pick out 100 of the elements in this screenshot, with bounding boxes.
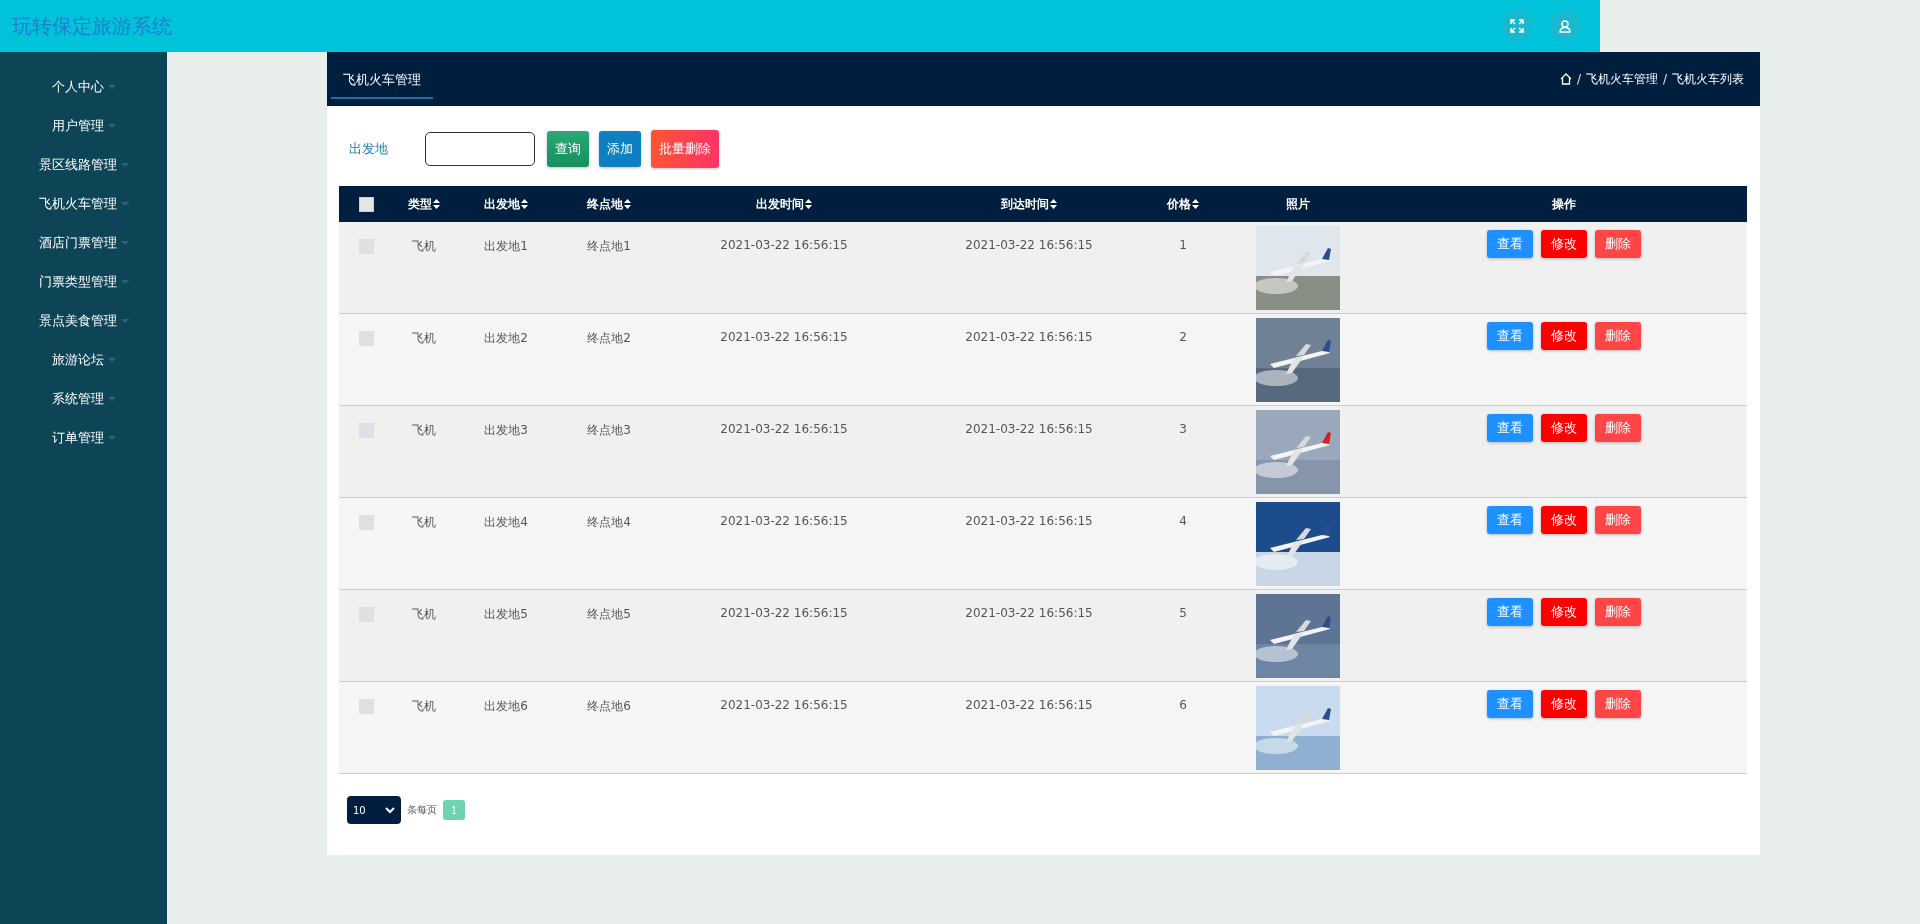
breadcrumb-item[interactable]: 飞机火车列表 — [1672, 70, 1744, 88]
sort-icon — [805, 199, 812, 209]
table-cell-text: 终点地4 — [587, 514, 631, 531]
caret-icon — [120, 317, 129, 324]
sidebar-item[interactable]: 订单管理 — [51, 427, 116, 448]
table-cell-text: 飞机 — [412, 422, 436, 439]
sort-icon — [1192, 199, 1199, 209]
app-title: 玩转保定旅游系统 — [12, 12, 172, 40]
delete-button[interactable]: 批量删除 — [651, 130, 719, 168]
edit-button[interactable]: 修改 — [1541, 598, 1587, 626]
checkbox[interactable] — [358, 196, 374, 212]
breadcrumb-separator: / — [1576, 72, 1581, 86]
caret-icon — [120, 200, 129, 207]
table-cell-text: 2021-03-22 16:56:15 — [720, 329, 848, 346]
page-size-select[interactable]: 10 — [347, 796, 401, 824]
table-cell-text: 2021-03-22 16:56:15 — [965, 237, 1093, 254]
caret-icon — [120, 239, 129, 246]
table-cell-text: 2021-03-22 16:56:15 — [965, 605, 1093, 622]
delete-button[interactable]: 删除 — [1595, 506, 1641, 534]
edit-button[interactable]: 修改 — [1541, 690, 1587, 718]
column-header: 操作 — [1552, 195, 1576, 213]
table-cell-text: 5 — [1179, 605, 1187, 622]
per-page-label: 条每页 — [407, 803, 437, 817]
table-cell-text: 终点地2 — [587, 330, 631, 347]
view-button[interactable]: 查看 — [1487, 598, 1533, 626]
table-cell-text: 4 — [1179, 513, 1187, 530]
edit-button[interactable]: 修改 — [1541, 322, 1587, 350]
column-header[interactable]: 终点地 — [587, 195, 631, 213]
sidebar-item[interactable]: 景区线路管理 — [38, 154, 129, 175]
sidebar-item[interactable]: 系统管理 — [51, 388, 116, 409]
table-cell-text: 终点地1 — [587, 238, 631, 255]
table-cell-text: 2021-03-22 16:56:15 — [720, 421, 848, 438]
table-cell-text: 1 — [1179, 237, 1187, 254]
edit-button[interactable]: 修改 — [1541, 506, 1587, 534]
edit-button[interactable]: 修改 — [1541, 230, 1587, 258]
sort-icon — [624, 199, 631, 209]
sidebar-item[interactable]: 旅游论坛 — [51, 349, 116, 370]
table-cell-text: 飞机 — [412, 330, 436, 347]
caret-icon — [107, 356, 116, 363]
view-button[interactable]: 查看 — [1487, 230, 1533, 258]
table-cell-text: 终点地3 — [587, 422, 631, 439]
table-cell-text: 出发地1 — [484, 238, 528, 255]
caret-icon — [120, 161, 129, 168]
checkbox[interactable] — [358, 331, 374, 346]
sidebar-item[interactable]: 门票类型管理 — [38, 271, 129, 292]
table-cell-text: 2021-03-22 16:56:15 — [720, 697, 848, 714]
breadcrumb-separator: / — [1662, 72, 1667, 86]
column-header[interactable]: 类型 — [408, 195, 440, 213]
delete-button[interactable]: 删除 — [1595, 598, 1641, 626]
table-cell-text: 3 — [1179, 421, 1187, 438]
column-header[interactable]: 出发地 — [484, 195, 528, 213]
column-header[interactable]: 到达时间 — [1001, 195, 1057, 213]
table-cell-text: 飞机 — [412, 698, 436, 715]
sidebar-item[interactable]: 酒店门票管理 — [38, 232, 129, 253]
sidebar-item[interactable]: 景点美食管理 — [38, 310, 129, 331]
chevron-down-icon — [385, 806, 395, 814]
fullscreen-icon[interactable] — [1502, 11, 1532, 41]
query-button[interactable]: 查询 — [547, 131, 589, 167]
column-header[interactable]: 出发时间 — [756, 195, 812, 213]
table-cell-text: 2021-03-22 16:56:15 — [965, 329, 1093, 346]
table-cell-text: 2021-03-22 16:56:15 — [720, 237, 848, 254]
caret-icon — [107, 83, 116, 90]
view-button[interactable]: 查看 — [1487, 690, 1533, 718]
sidebar-item[interactable]: 用户管理 — [51, 115, 116, 136]
table-cell-text: 出发地4 — [484, 514, 528, 531]
edit-button[interactable]: 修改 — [1541, 414, 1587, 442]
view-button[interactable]: 查看 — [1487, 414, 1533, 442]
delete-button[interactable]: 删除 — [1595, 230, 1641, 258]
search-label: 出发地 — [349, 140, 389, 158]
sidebar-item[interactable]: 个人中心 — [51, 76, 116, 97]
breadcrumb-item[interactable]: 飞机火车管理 — [1585, 70, 1658, 88]
caret-icon — [120, 278, 129, 285]
view-button[interactable]: 查看 — [1487, 322, 1533, 350]
table-cell-text: 飞机 — [412, 606, 436, 623]
caret-icon — [107, 122, 116, 129]
column-header[interactable]: 价格 — [1167, 195, 1199, 213]
table-cell-text: 出发地5 — [484, 606, 528, 623]
sort-icon — [433, 199, 440, 209]
sidebar-item[interactable]: 飞机火车管理 — [38, 193, 129, 214]
table-cell-text: 出发地6 — [484, 698, 528, 715]
search-field[interactable] — [425, 132, 535, 166]
home-icon[interactable] — [1559, 73, 1572, 85]
add-button[interactable]: 添加 — [599, 131, 641, 167]
delete-button[interactable]: 删除 — [1595, 414, 1641, 442]
view-button[interactable]: 查看 — [1487, 506, 1533, 534]
table-cell-text: 飞机 — [412, 514, 436, 531]
table-cell-text: 2021-03-22 16:56:15 — [965, 697, 1093, 714]
table-cell-text: 2021-03-22 16:56:15 — [720, 513, 848, 530]
table-cell-text: 6 — [1179, 697, 1187, 714]
user-icon[interactable] — [1550, 11, 1580, 41]
panel-tab[interactable]: 飞机火车管理 — [331, 63, 433, 99]
checkbox[interactable] — [358, 699, 374, 714]
table-cell-text: 终点地6 — [587, 698, 631, 715]
sort-icon — [521, 199, 528, 209]
delete-button[interactable]: 删除 — [1595, 690, 1641, 718]
table-cell-text: 2021-03-22 16:56:15 — [965, 421, 1093, 438]
checkbox[interactable] — [358, 515, 374, 530]
delete-button[interactable]: 删除 — [1595, 322, 1641, 350]
caret-icon — [107, 395, 116, 402]
table-cell-text: 出发地3 — [484, 422, 528, 439]
